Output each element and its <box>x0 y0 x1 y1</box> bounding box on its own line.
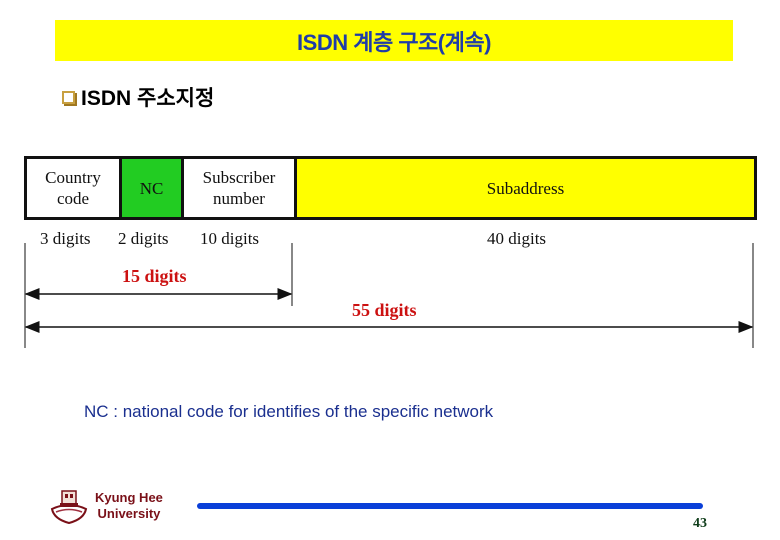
label-55-digits: 55 digits <box>352 300 417 320</box>
university-logo-icon <box>50 490 88 525</box>
university-name: Kyung Hee University <box>95 490 163 522</box>
label-15-digits: 15 digits <box>122 266 187 286</box>
page-number: 43 <box>693 516 707 531</box>
nc-definition-note: NC : national code for identifies of the… <box>84 402 494 421</box>
dimension-arrows <box>24 243 754 348</box>
footer-divider <box>197 503 703 509</box>
university-name-line1: Kyung Hee <box>95 490 163 505</box>
university-name-line2: University <box>97 506 161 521</box>
